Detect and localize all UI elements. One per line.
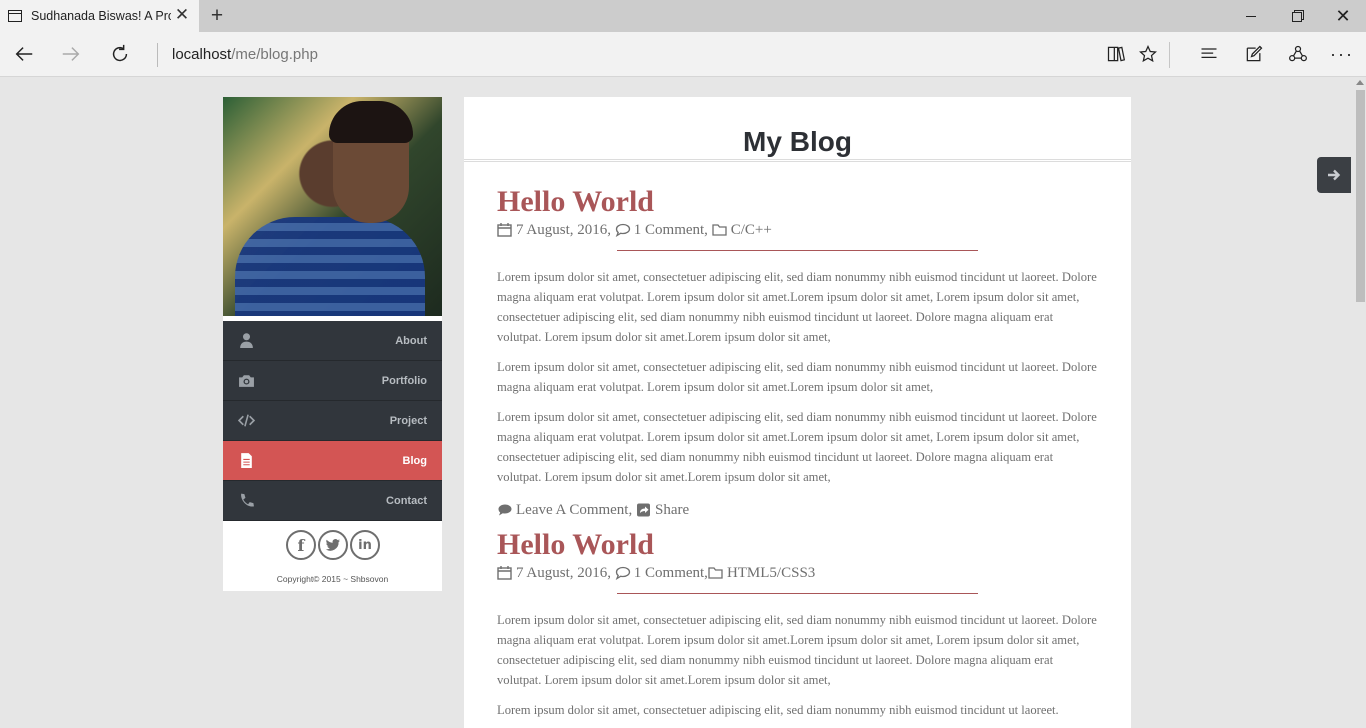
scroll-thumb[interactable] — [1356, 90, 1365, 302]
calendar-icon — [497, 223, 513, 237]
menu-label-project: Project — [389, 414, 427, 427]
calendar-icon — [497, 566, 513, 580]
share-square-icon — [636, 503, 652, 517]
post-meta: 7 August, 2016, 1 Comment, C/C++ — [497, 220, 1099, 240]
arrow-right-icon — [1328, 169, 1341, 181]
post-body: Lorem ipsum dolor sit amet, consectetuer… — [497, 267, 1099, 487]
address-path: /me/blog.php — [231, 46, 318, 63]
menu-label-portfolio: Portfolio — [381, 374, 427, 387]
sidebar-footer: f in Copyright© 2015 ~ Shbsovon — [223, 521, 442, 591]
back-icon[interactable] — [8, 38, 40, 70]
twitter-icon[interactable] — [318, 530, 348, 560]
linkedin-icon[interactable]: in — [350, 530, 380, 560]
menu-item-about[interactable]: About — [223, 321, 442, 361]
folder-icon — [708, 566, 724, 580]
post-actions: Leave A Comment, Share — [497, 500, 1099, 520]
restore-button[interactable] — [1274, 0, 1320, 32]
post-title[interactable]: Hello World — [497, 529, 1099, 561]
page-icon — [8, 10, 22, 22]
share-icon[interactable] — [1282, 38, 1314, 70]
post-title[interactable]: Hello World — [497, 186, 1099, 218]
user-icon — [237, 332, 255, 348]
code-icon — [237, 412, 255, 428]
menu-label-contact: Contact — [386, 494, 427, 507]
post-date: 7 August, 2016, — [516, 222, 612, 238]
address-host: localhost — [172, 46, 232, 63]
post-paragraph: Lorem ipsum dolor sit amet, consectetuer… — [497, 410, 1097, 484]
facebook-icon[interactable]: f — [286, 530, 316, 560]
post-paragraph: Lorem ipsum dolor sit amet, consectetuer… — [497, 703, 1059, 717]
post-comments-link[interactable]: 1 Comment, — [634, 220, 708, 240]
menu-item-contact[interactable]: Contact — [223, 481, 442, 521]
comment-icon — [615, 223, 631, 237]
menu-label-blog: Blog — [402, 454, 427, 467]
address-bar[interactable]: localhost/me/blog.php — [172, 46, 318, 63]
blog-panel: My Blog Hello World 7 August, 2016, 1 Co… — [464, 97, 1131, 728]
phone-icon — [237, 492, 255, 508]
reading-view-icon[interactable] — [1100, 38, 1132, 70]
navigation-bar: localhost/me/blog.php ··· — [0, 32, 1366, 77]
menu-item-portfolio[interactable]: Portfolio — [223, 361, 442, 401]
web-note-icon[interactable] — [1238, 38, 1270, 70]
comment-icon — [615, 566, 631, 580]
side-panel-toggle-button[interactable] — [1317, 157, 1351, 193]
more-icon[interactable]: ··· — [1326, 38, 1358, 70]
refresh-icon[interactable] — [104, 38, 136, 70]
menu-item-blog[interactable]: Blog — [223, 441, 442, 481]
sidebar: About Portfolio Project Blog Contact f i… — [223, 97, 442, 591]
close-window-button[interactable]: ✕ — [1320, 0, 1366, 32]
leave-comment-link[interactable]: Leave A Comment, — [516, 500, 632, 520]
menu-label-about: About — [395, 334, 427, 347]
post-divider — [617, 250, 978, 251]
post-divider — [617, 593, 978, 594]
vertical-scrollbar[interactable] — [1354, 78, 1366, 728]
speech-bubble-icon — [497, 503, 513, 517]
menu-item-project[interactable]: Project — [223, 401, 442, 441]
scroll-up-arrow[interactable] — [1356, 80, 1364, 85]
post-category-link[interactable]: HTML5/CSS3 — [727, 563, 815, 583]
minimize-button[interactable] — [1228, 0, 1274, 32]
camera-icon — [237, 372, 255, 388]
favorite-star-icon[interactable] — [1132, 38, 1164, 70]
close-tab-icon[interactable]: ✕ — [173, 6, 191, 24]
browser-tab[interactable]: Sudhanada Biswas! A Pro ✕ — [0, 0, 199, 32]
share-link[interactable]: Share — [655, 500, 689, 520]
post-paragraph: Lorem ipsum dolor sit amet, consectetuer… — [497, 360, 1097, 394]
post-meta: 7 August, 2016, 1 Comment, HTML5/CSS3 — [497, 563, 1099, 583]
post-paragraph: Lorem ipsum dolor sit amet, consectetuer… — [497, 613, 1097, 687]
hub-icon[interactable] — [1193, 38, 1225, 70]
blog-post: Hello World 7 August, 2016, 1 Comment, C… — [464, 186, 1131, 520]
page-viewport: About Portfolio Project Blog Contact f i… — [0, 78, 1366, 728]
new-tab-button[interactable]: + — [205, 4, 229, 28]
post-body: Lorem ipsum dolor sit amet, consectetuer… — [497, 610, 1099, 720]
blog-post: Hello World 7 August, 2016, 1 Comment, H… — [464, 529, 1131, 720]
page-title: My Blog — [464, 97, 1131, 162]
post-category-link[interactable]: C/C++ — [731, 220, 772, 240]
post-comments-link[interactable]: 1 Comment, — [634, 563, 708, 583]
toolbar-separator — [1169, 42, 1170, 68]
post-paragraph: Lorem ipsum dolor sit amet, consectetuer… — [497, 270, 1097, 344]
address-separator — [157, 43, 158, 67]
post-date: 7 August, 2016, — [516, 565, 612, 581]
folder-icon — [712, 223, 728, 237]
copyright-text: Copyright© 2015 ~ Shbsovon — [276, 574, 389, 584]
document-icon — [237, 452, 255, 468]
tab-bar: Sudhanada Biswas! A Pro ✕ + ✕ — [0, 0, 1366, 32]
profile-photo — [223, 97, 442, 316]
tab-title: Sudhanada Biswas! A Pro — [31, 9, 171, 23]
forward-icon[interactable] — [55, 38, 87, 70]
